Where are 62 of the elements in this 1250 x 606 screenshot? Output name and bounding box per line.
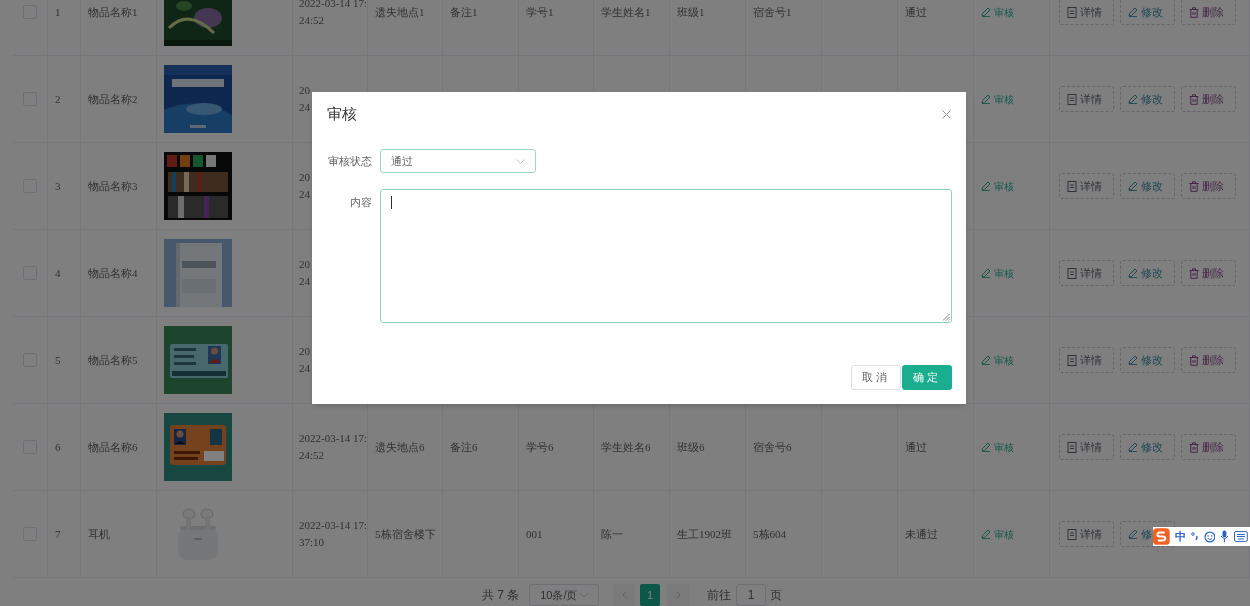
table-cell: 物品名称3 xyxy=(81,143,157,230)
edit-button[interactable]: 修改 xyxy=(1120,434,1175,460)
table-cell: 宿舍号1 xyxy=(746,0,822,56)
table-cell: 备注1 xyxy=(443,0,519,56)
details-button[interactable]: 详情 xyxy=(1059,347,1114,373)
table-cell: 1 xyxy=(48,0,81,56)
edit-button[interactable]: 修改 xyxy=(1120,260,1175,286)
table-cell: 生工1902班 xyxy=(670,491,746,578)
goto-label: 前往 xyxy=(707,587,732,604)
table-cell: 遗失地点1 xyxy=(368,0,443,56)
table-cell: 3 xyxy=(48,143,81,230)
table-cell: 2022-03-14 17: 37:10 xyxy=(293,491,368,578)
audit-link[interactable]: 审核 xyxy=(981,352,1014,368)
table-cell: 物品名称5 xyxy=(81,317,157,404)
table-cell: 6 xyxy=(48,404,81,491)
table-cell: 001 xyxy=(519,491,594,578)
details-button[interactable]: 详情 xyxy=(1059,86,1114,112)
edit-button[interactable]: 修改 xyxy=(1120,86,1175,112)
delete-button[interactable]: 删除 xyxy=(1181,347,1236,373)
delete-button[interactable]: 删除 xyxy=(1181,434,1236,460)
table-cell: 7 xyxy=(48,491,81,578)
table-cell: 物品名称4 xyxy=(81,230,157,317)
table-cell: 通过 xyxy=(898,0,974,56)
table-cell: 4 xyxy=(48,230,81,317)
table-cell: 学号1 xyxy=(519,0,594,56)
confirm-button[interactable]: 确定 xyxy=(902,365,952,390)
table-cell: 耳机 xyxy=(81,491,157,578)
table-cell: 物品名称1 xyxy=(81,0,157,56)
dialog-title: 审核 xyxy=(327,103,357,124)
details-button[interactable]: 详情 xyxy=(1059,173,1114,199)
page-size-select[interactable]: 10条/页 xyxy=(529,584,600,606)
ime-mode[interactable]: 中 xyxy=(1174,528,1186,545)
details-button[interactable]: 详情 xyxy=(1059,260,1114,286)
audit-link[interactable]: 审核 xyxy=(981,91,1014,107)
audit-link[interactable]: 审核 xyxy=(981,439,1014,455)
page-label: 页 xyxy=(770,587,783,604)
audit-link[interactable]: 审核 xyxy=(981,4,1014,20)
audit-link[interactable]: 审核 xyxy=(981,265,1014,281)
table-cell: 班级1 xyxy=(670,0,746,56)
delete-button[interactable]: 删除 xyxy=(1181,260,1236,286)
goto-page-field[interactable]: 1 xyxy=(736,584,767,606)
page-button[interactable]: 1 xyxy=(640,584,661,606)
table-cell: 2 xyxy=(48,56,81,143)
total-count: 共 7 条 xyxy=(481,587,520,604)
status-select[interactable]: 通过 xyxy=(380,149,536,173)
edit-button[interactable]: 修改 xyxy=(1120,347,1175,373)
table-cell: 5 xyxy=(48,317,81,404)
table-cell: 5栋604 xyxy=(746,491,822,578)
details-button[interactable]: 详情 xyxy=(1059,521,1114,547)
details-button[interactable]: 详情 xyxy=(1059,434,1114,460)
audit-link[interactable]: 审核 xyxy=(981,178,1014,194)
table-cell: 5栋宿舍楼下 xyxy=(368,491,443,578)
table-cell: 物品名称2 xyxy=(81,56,157,143)
table-cell: 物品名称6 xyxy=(81,404,157,491)
edit-button[interactable]: 修改 xyxy=(1120,173,1175,199)
audit-link[interactable]: 审核 xyxy=(981,526,1014,542)
delete-button[interactable]: 删除 xyxy=(1181,86,1236,112)
delete-button[interactable]: 删除 xyxy=(1181,173,1236,199)
table-cell: 学生姓名1 xyxy=(594,0,670,56)
table-cell: 未通过 xyxy=(898,491,974,578)
cancel-button[interactable]: 取消 xyxy=(851,365,901,390)
table-cell: 2022-03-14 17: 24:52 xyxy=(293,0,368,56)
